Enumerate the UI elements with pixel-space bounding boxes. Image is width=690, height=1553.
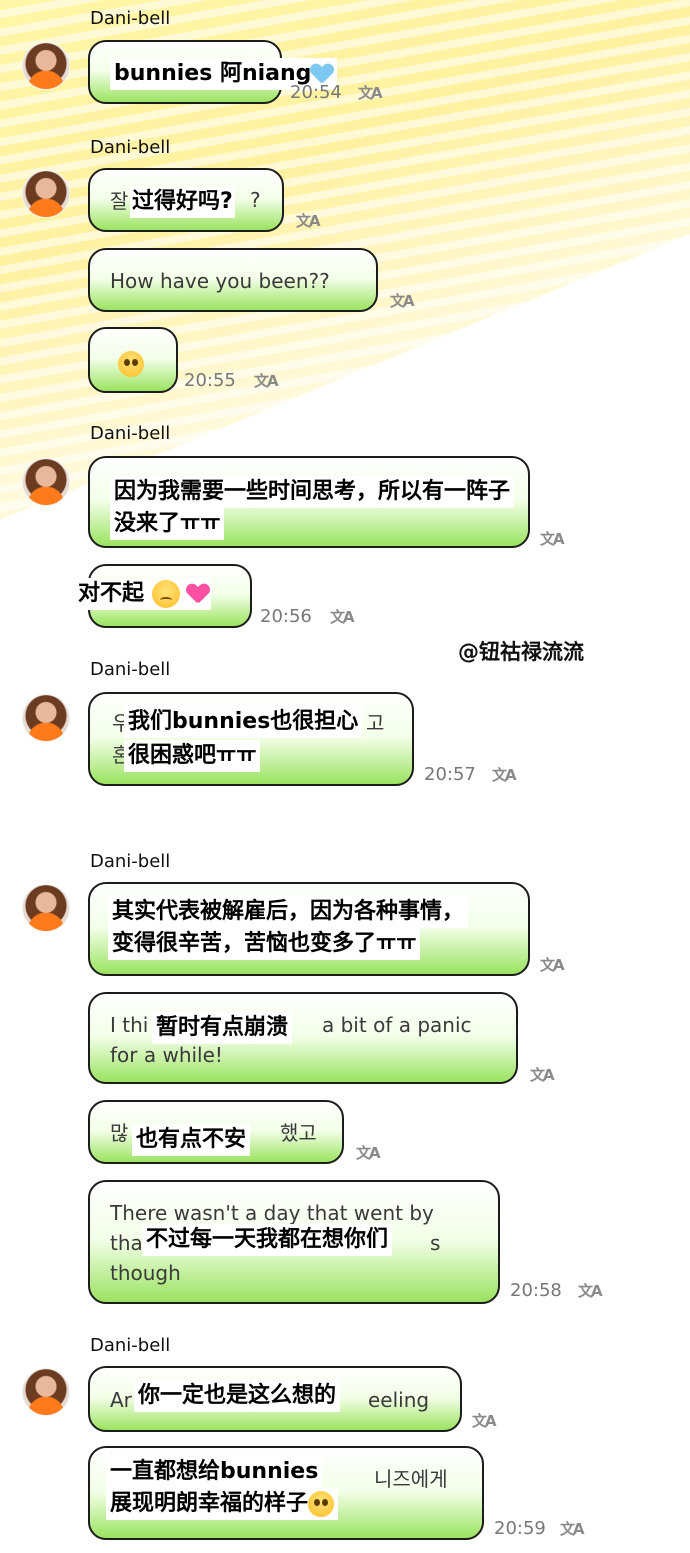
message-text: How have you been??	[110, 269, 330, 293]
translate-icon[interactable]: 文A	[356, 1142, 381, 1163]
avatar[interactable]	[22, 42, 70, 90]
avatar[interactable]	[22, 170, 70, 218]
sender-name: Dani-bell	[90, 659, 171, 680]
sender-name: Dani-bell	[90, 137, 171, 158]
caption-overlay: 过得好吗?	[130, 186, 235, 218]
message-text: Ar	[110, 1388, 132, 1412]
caption-overlay: 暂时有点崩溃	[152, 1012, 293, 1044]
message-text: a bit of a panic	[322, 1013, 472, 1037]
caption-overlay: 我们bunnies也很担心	[124, 706, 363, 738]
translate-icon[interactable]: 文A	[492, 764, 517, 785]
caption-overlay: 不过每一天我都在想你们	[142, 1224, 393, 1256]
watermark: @钮祜禄流流	[458, 640, 584, 664]
translate-icon[interactable]: 文A	[540, 954, 565, 975]
translate-icon[interactable]: 文A	[254, 370, 279, 391]
caption-overlay: 你一定也是这么想的	[134, 1380, 341, 1412]
message-text-trail: ?	[250, 188, 261, 212]
sender-name: Dani-bell	[90, 1335, 171, 1356]
message-text: 고	[366, 711, 385, 735]
caption-overlay: 很困惑吧ㅠㅠ	[124, 740, 261, 772]
avatar[interactable]	[22, 1368, 70, 1416]
translate-icon[interactable]: 文A	[578, 1280, 603, 1301]
translate-icon[interactable]: 文A	[530, 1064, 555, 1085]
caption-overlay: 其实代表被解雇后，因为各种事情，	[108, 896, 469, 928]
translate-icon[interactable]: 文A	[358, 82, 383, 103]
caption-overlay: 也有点不安	[132, 1124, 251, 1156]
translate-icon[interactable]: 文A	[540, 528, 565, 549]
message-text: tha	[110, 1231, 143, 1255]
timestamp: 20:55	[184, 370, 236, 391]
caption-overlay: 对不起	[76, 578, 212, 610]
message-text: for a while!	[110, 1043, 223, 1067]
translate-icon[interactable]: 文A	[472, 1410, 497, 1431]
translate-icon[interactable]: 文A	[296, 210, 321, 231]
chat-thread[interactable]: Dani-bell bunnies 阿niang 20:54 文A Dani-b…	[0, 0, 690, 1553]
caption-overlay: 一直都想给bunnies	[106, 1456, 323, 1488]
timestamp: 20:54	[290, 82, 342, 103]
timestamp: 20:58	[510, 1280, 562, 1301]
caption-overlay: 展现明朗幸福的样子	[106, 1488, 339, 1520]
message-text: though	[110, 1261, 181, 1285]
message-text: 했고	[280, 1121, 317, 1145]
avatar[interactable]	[22, 884, 70, 932]
caption-overlay: 没来了ㅠㅠ	[110, 508, 225, 540]
sender-name: Dani-bell	[90, 851, 171, 872]
emoji-sparkling-heart-icon	[187, 584, 209, 604]
caption-overlay: 变得很辛苦，苦恼也变多了ㅠㅠ	[108, 928, 421, 960]
sender-name: Dani-bell	[90, 423, 171, 444]
message-bubble[interactable]: How have you been??	[88, 248, 378, 312]
timestamp: 20:59	[494, 1518, 546, 1539]
message-text: 잘	[110, 189, 129, 213]
message-text: s	[430, 1231, 441, 1255]
translate-icon[interactable]: 文A	[560, 1518, 585, 1539]
timestamp: 20:56	[260, 606, 312, 627]
emoji-pensive-face-icon	[151, 580, 180, 608]
message-bubble[interactable]	[88, 327, 178, 393]
caption-overlay: 因为我需要一些时间思考，所以有一阵子	[110, 476, 515, 508]
message-text: 니즈에게	[374, 1467, 448, 1491]
avatar[interactable]	[22, 694, 70, 742]
emoji-pleading-face-icon	[118, 350, 144, 377]
translate-icon[interactable]: 文A	[330, 606, 355, 627]
translate-icon[interactable]: 文A	[390, 290, 415, 311]
message-text: eeling	[368, 1388, 430, 1412]
emoji-pleading-face-icon	[308, 1491, 335, 1517]
timestamp: 20:57	[424, 764, 476, 785]
message-text: I thi	[110, 1013, 149, 1037]
sender-name: Dani-bell	[90, 8, 171, 29]
avatar[interactable]	[22, 458, 70, 506]
emoji-blue-heart-icon	[311, 64, 333, 84]
message-text: 많	[110, 1121, 129, 1145]
